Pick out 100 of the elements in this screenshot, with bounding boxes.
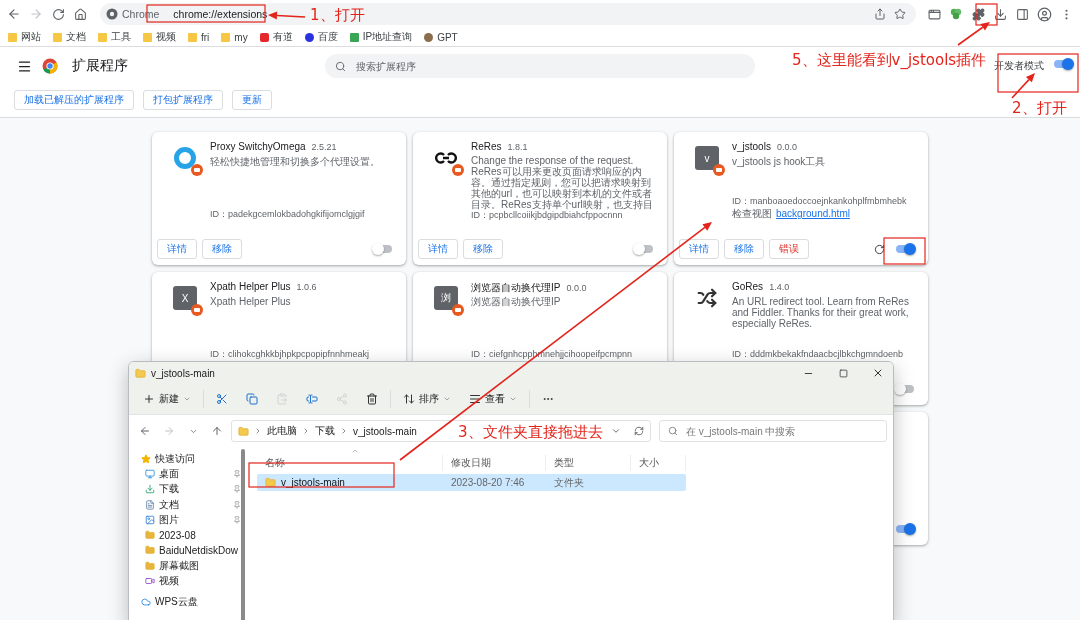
nav-item[interactable]: 快速访问 bbox=[141, 451, 241, 467]
breadcrumb-item: 下载 bbox=[315, 424, 335, 438]
bookmark[interactable]: 视频 bbox=[143, 30, 176, 44]
search-icon bbox=[335, 60, 346, 72]
extension-name: 浏览器自动换代理IP bbox=[471, 281, 561, 295]
toggle-switch[interactable] bbox=[633, 243, 655, 255]
cloud-icon bbox=[141, 597, 151, 608]
bookmark-label: GPT bbox=[437, 31, 458, 43]
desktop-icon bbox=[145, 468, 155, 479]
picture-icon bbox=[145, 514, 155, 525]
bookmark-label: fri bbox=[201, 31, 210, 43]
folder-icon bbox=[53, 32, 62, 42]
site-icon bbox=[259, 32, 269, 42]
caret-icon bbox=[509, 395, 517, 403]
card-button[interactable]: 详情 bbox=[679, 239, 719, 259]
window-title: v_jstools-main bbox=[151, 367, 216, 379]
nav-item[interactable]: BaiduNetdiskDow bbox=[141, 542, 241, 559]
nav-item[interactable]: 文档 bbox=[141, 496, 241, 513]
extension-name: Proxy SwitchyOmega bbox=[210, 141, 306, 152]
view-button[interactable]: 查看 bbox=[463, 388, 523, 410]
bookmark[interactable]: GPT bbox=[424, 31, 458, 43]
site-icon bbox=[349, 32, 359, 42]
nav-item[interactable]: WPS云盘 bbox=[141, 594, 241, 610]
up-arrow-icon bbox=[211, 425, 223, 437]
nav-item[interactable]: 下载 bbox=[141, 481, 241, 497]
caret-icon bbox=[443, 395, 451, 403]
extension-id: ID：dddmkbekakfndaacbcjlbkchgmndoenb bbox=[732, 349, 905, 360]
ring-icon bbox=[173, 146, 197, 170]
page-title: 扩展程序 bbox=[72, 57, 128, 75]
nav-item[interactable]: 2023-08 bbox=[141, 527, 241, 543]
extension-name: GoRes bbox=[732, 281, 764, 292]
bookmark-label: 视频 bbox=[156, 30, 176, 44]
bookmark[interactable]: IP地址查询 bbox=[349, 30, 413, 44]
bookmark[interactable]: 工具 bbox=[98, 30, 131, 44]
extension-description: Change the response of the request. ReRes可以用来更改页面请求响应的内容。通过指定规则，您可以把请求映射到其他的url，也可以映射到本机的文件或者目录。ReRes支持单个url映射，也支持目 bbox=[471, 155, 654, 210]
action-button[interactable]: 打包扩展程序 bbox=[143, 90, 223, 110]
folder-icon bbox=[145, 530, 155, 541]
file-name: v_jstools-main bbox=[257, 477, 443, 488]
nav-item[interactable]: 桌面 bbox=[141, 466, 241, 482]
card-button[interactable]: 详情 bbox=[157, 239, 197, 259]
errors-button[interactable]: 错误 bbox=[769, 239, 809, 259]
chrome-logo bbox=[42, 58, 58, 74]
bookmark-label: 文档 bbox=[66, 30, 86, 44]
paw-icon bbox=[304, 32, 314, 42]
folder-icon bbox=[98, 32, 107, 42]
document-icon bbox=[145, 499, 155, 510]
card-button[interactable]: 详情 bbox=[418, 239, 458, 259]
sort-button[interactable]: 排序 bbox=[397, 388, 457, 410]
bookmark[interactable]: 有道 bbox=[259, 30, 293, 44]
chevron-icon bbox=[302, 427, 310, 435]
forward-icon bbox=[163, 425, 175, 437]
toggle-switch[interactable] bbox=[894, 523, 916, 535]
back-icon bbox=[7, 7, 21, 21]
new-button[interactable]: 新建 bbox=[137, 388, 197, 410]
download-icon bbox=[993, 7, 1007, 21]
star-icon bbox=[894, 8, 906, 20]
refresh-icon bbox=[634, 426, 644, 436]
forward-icon bbox=[29, 7, 43, 21]
search-field[interactable]: 在 v_jstools-main 中搜索 bbox=[659, 420, 887, 442]
maximize-icon bbox=[838, 368, 848, 378]
bookmark[interactable]: 文档 bbox=[53, 30, 86, 44]
extension-description: 浏览器自动换代理IP bbox=[471, 296, 562, 307]
folder-icon bbox=[265, 477, 276, 488]
nav-item[interactable]: 视频 bbox=[141, 573, 241, 589]
home-icon bbox=[73, 7, 87, 21]
card-button[interactable]: 移除 bbox=[724, 239, 764, 259]
extension-name: Xpath Helper Plus bbox=[210, 281, 291, 292]
nav-item[interactable]: 屏幕截图 bbox=[141, 558, 241, 574]
reload-icon bbox=[51, 7, 65, 21]
background-page-link[interactable]: background.html bbox=[776, 208, 850, 220]
bookmark[interactable]: 网站 bbox=[8, 30, 41, 44]
search-field[interactable]: 搜索扩展程序 bbox=[325, 54, 755, 78]
close-icon bbox=[872, 367, 884, 379]
extension-version: 0.0.0 bbox=[776, 142, 797, 152]
inspect-views-label: 检查视图 bbox=[732, 208, 772, 220]
toggle-switch[interactable] bbox=[894, 243, 916, 255]
card-button[interactable]: 移除 bbox=[463, 239, 503, 259]
column-header[interactable]: 大小 bbox=[631, 455, 686, 471]
file-row[interactable]: v_jstools-main 2023-08-20 7:46 文件夹 bbox=[257, 474, 686, 491]
caret-icon bbox=[183, 395, 191, 403]
column-header[interactable]: 类型 bbox=[546, 455, 631, 471]
action-button[interactable]: 更新 bbox=[232, 90, 272, 110]
toggle-switch[interactable] bbox=[372, 243, 394, 255]
column-header[interactable]: 修改日期 bbox=[443, 455, 546, 471]
toggle-switch[interactable] bbox=[1052, 58, 1074, 70]
action-button[interactable]: 加载已解压的扩展程序 bbox=[14, 90, 134, 110]
card-button[interactable]: 移除 bbox=[202, 239, 242, 259]
sort-caret-icon bbox=[351, 447, 359, 455]
folder-icon bbox=[135, 367, 146, 379]
bookmark[interactable]: fri bbox=[188, 31, 210, 43]
extension-version: 1.8.1 bbox=[507, 142, 528, 152]
search-input[interactable]: 搜索扩展程序 bbox=[354, 59, 745, 73]
toggle-switch[interactable] bbox=[894, 383, 916, 395]
bookmark[interactable]: my bbox=[221, 31, 248, 43]
bookmark[interactable]: 百度 bbox=[304, 30, 338, 44]
file-modified: 2023-08-20 7:46 bbox=[450, 477, 526, 488]
nav-item[interactable]: 图片 bbox=[141, 512, 241, 528]
search-input[interactable]: 在 v_jstools-main 中搜索 bbox=[684, 424, 878, 438]
extension-version: 1.4.0 bbox=[769, 282, 790, 292]
extension-version: 1.0.6 bbox=[296, 282, 317, 292]
